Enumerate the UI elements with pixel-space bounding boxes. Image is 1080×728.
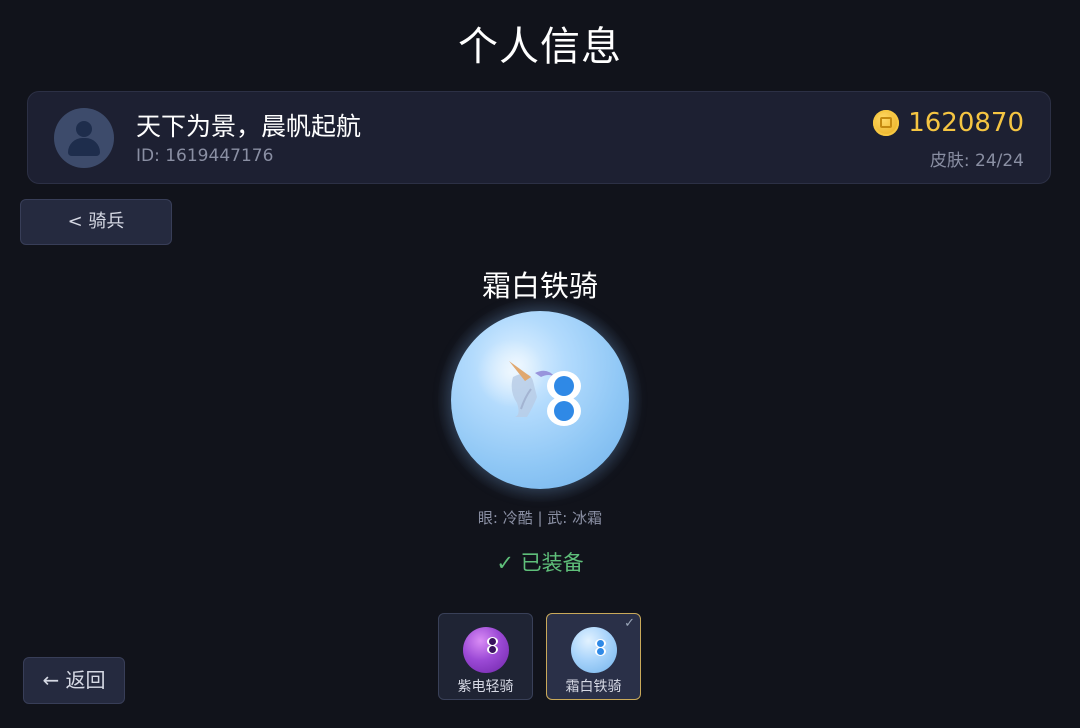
user-icon xyxy=(54,108,114,168)
page-title: 个人信息 xyxy=(458,24,622,70)
user-name: 天下为景，晨帆起航 xyxy=(136,112,362,141)
category-back-button[interactable]: < 骑兵 xyxy=(20,199,172,245)
skin-preview xyxy=(451,311,629,489)
skin-thumb-frost[interactable]: ✓ 霜白铁骑 xyxy=(546,613,641,700)
coin-icon xyxy=(873,110,900,136)
preview-eyes xyxy=(547,371,583,427)
back-button[interactable]: ← 返回 xyxy=(23,657,125,704)
equipped-status: ✓ 已装备 xyxy=(496,551,584,575)
skin-thumb-ball xyxy=(463,627,509,673)
coin-balance: 1620870 xyxy=(873,108,1024,138)
unicorn-icon xyxy=(477,339,555,417)
skin-count: 皮肤: 24/24 xyxy=(929,151,1024,171)
skin-thumb-ball xyxy=(571,627,617,673)
user-id: ID: 1619447176 xyxy=(136,146,274,166)
skin-thumb-label: 紫电轻骑 xyxy=(457,679,514,695)
skin-attributes: 眼: 冷酷 | 武: 冰霜 xyxy=(477,509,603,527)
skin-thumb-label: 霜白铁骑 xyxy=(565,679,622,695)
skin-profile-screen: 个人信息 天下为景，晨帆起航 ID: 1619447176 1620870 皮肤… xyxy=(0,0,1080,728)
skin-thumb-purple[interactable]: 紫电轻骑 xyxy=(438,613,533,700)
profile-card: 天下为景，晨帆起航 ID: 1619447176 1620870 皮肤: 24/… xyxy=(27,91,1051,184)
coin-value: 1620870 xyxy=(908,108,1024,138)
selected-check-icon: ✓ xyxy=(624,616,635,631)
